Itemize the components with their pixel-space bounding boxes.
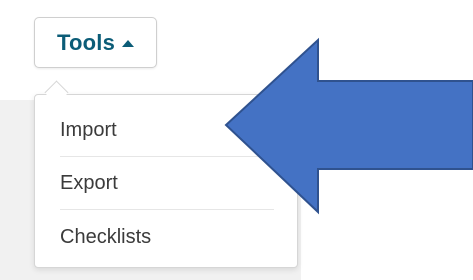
tools-button[interactable]: Tools (34, 17, 157, 68)
caret-up-icon (122, 40, 135, 47)
menu-item-checklists[interactable]: Checklists (60, 211, 274, 263)
menu-item-label: Checklists (60, 225, 152, 248)
menu-item-label: Export (60, 172, 118, 194)
tools-dropdown-menu: Import Export Checklists (34, 94, 298, 268)
menu-item-label: Import (60, 119, 117, 141)
tools-button-label: Tools (56, 29, 116, 55)
screen: Tools Import Export Checklists (0, 0, 473, 280)
menu-item-export[interactable]: Export (60, 158, 274, 210)
menu-item-import[interactable]: Import (60, 105, 274, 157)
